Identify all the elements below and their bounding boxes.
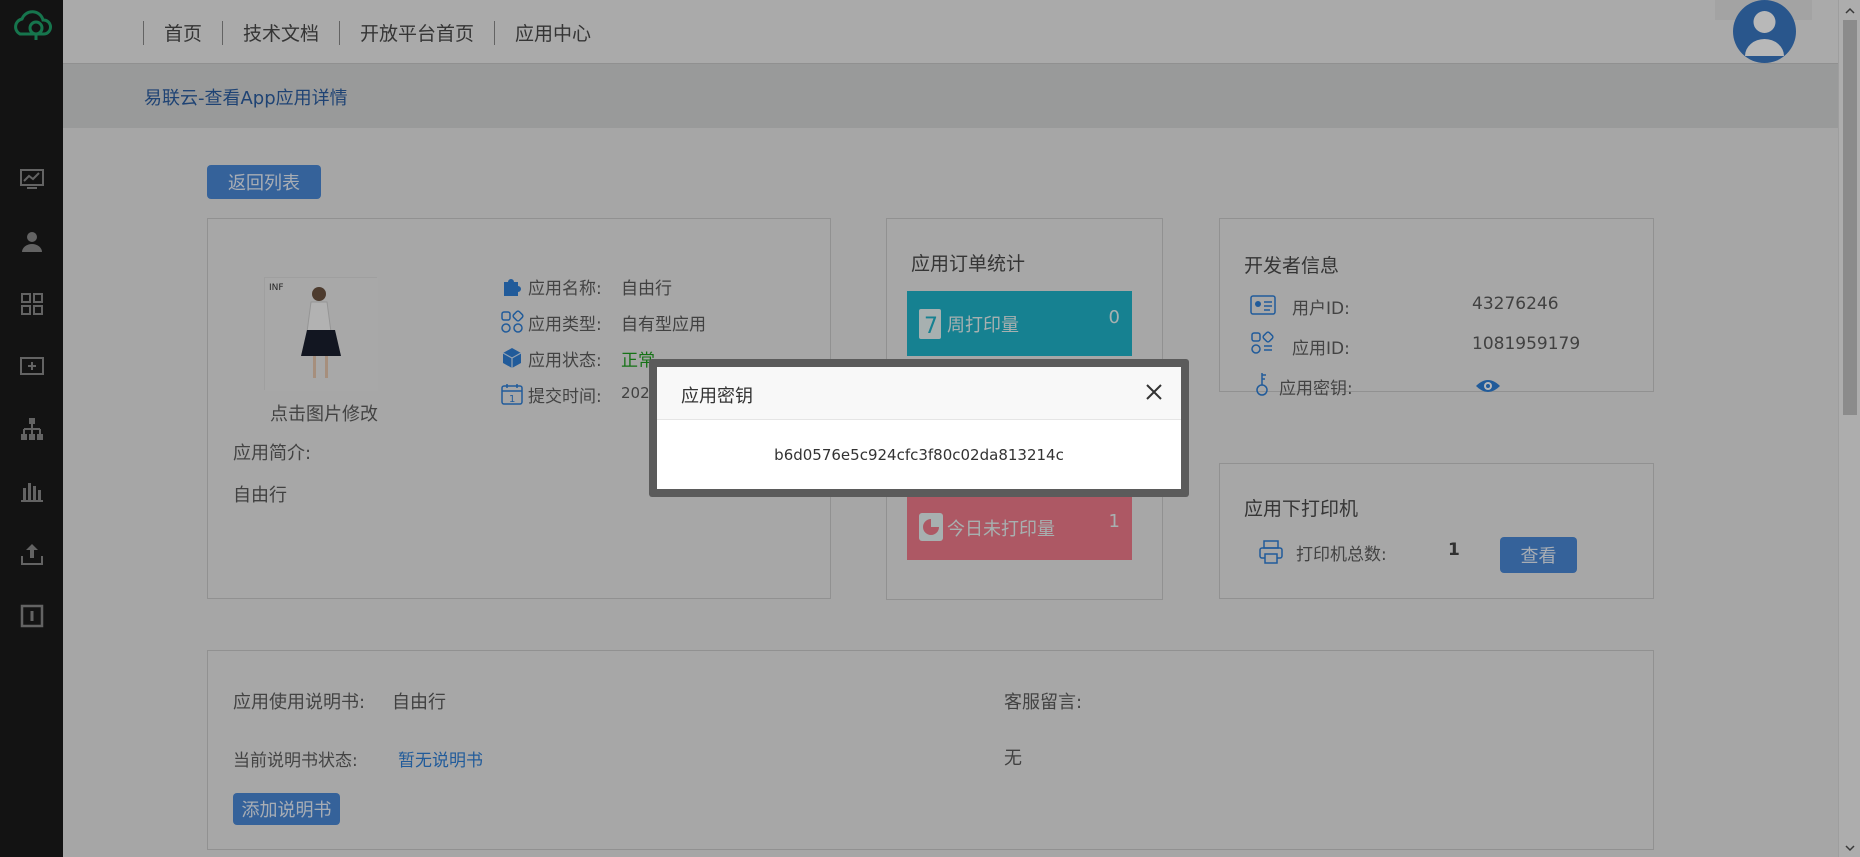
dialog-title: 应用密钥 [681,386,753,407]
dialog-header: 应用密钥 [657,367,1181,420]
close-icon[interactable] [1141,379,1167,405]
app-secret-dialog: 应用密钥 b6d0576e5c924cfc3f80c02da813214c [657,367,1181,489]
app-secret-dialog-frame: 应用密钥 b6d0576e5c924cfc3f80c02da813214c [649,359,1189,497]
app-secret-value: b6d0576e5c924cfc3f80c02da813214c [774,445,1064,464]
